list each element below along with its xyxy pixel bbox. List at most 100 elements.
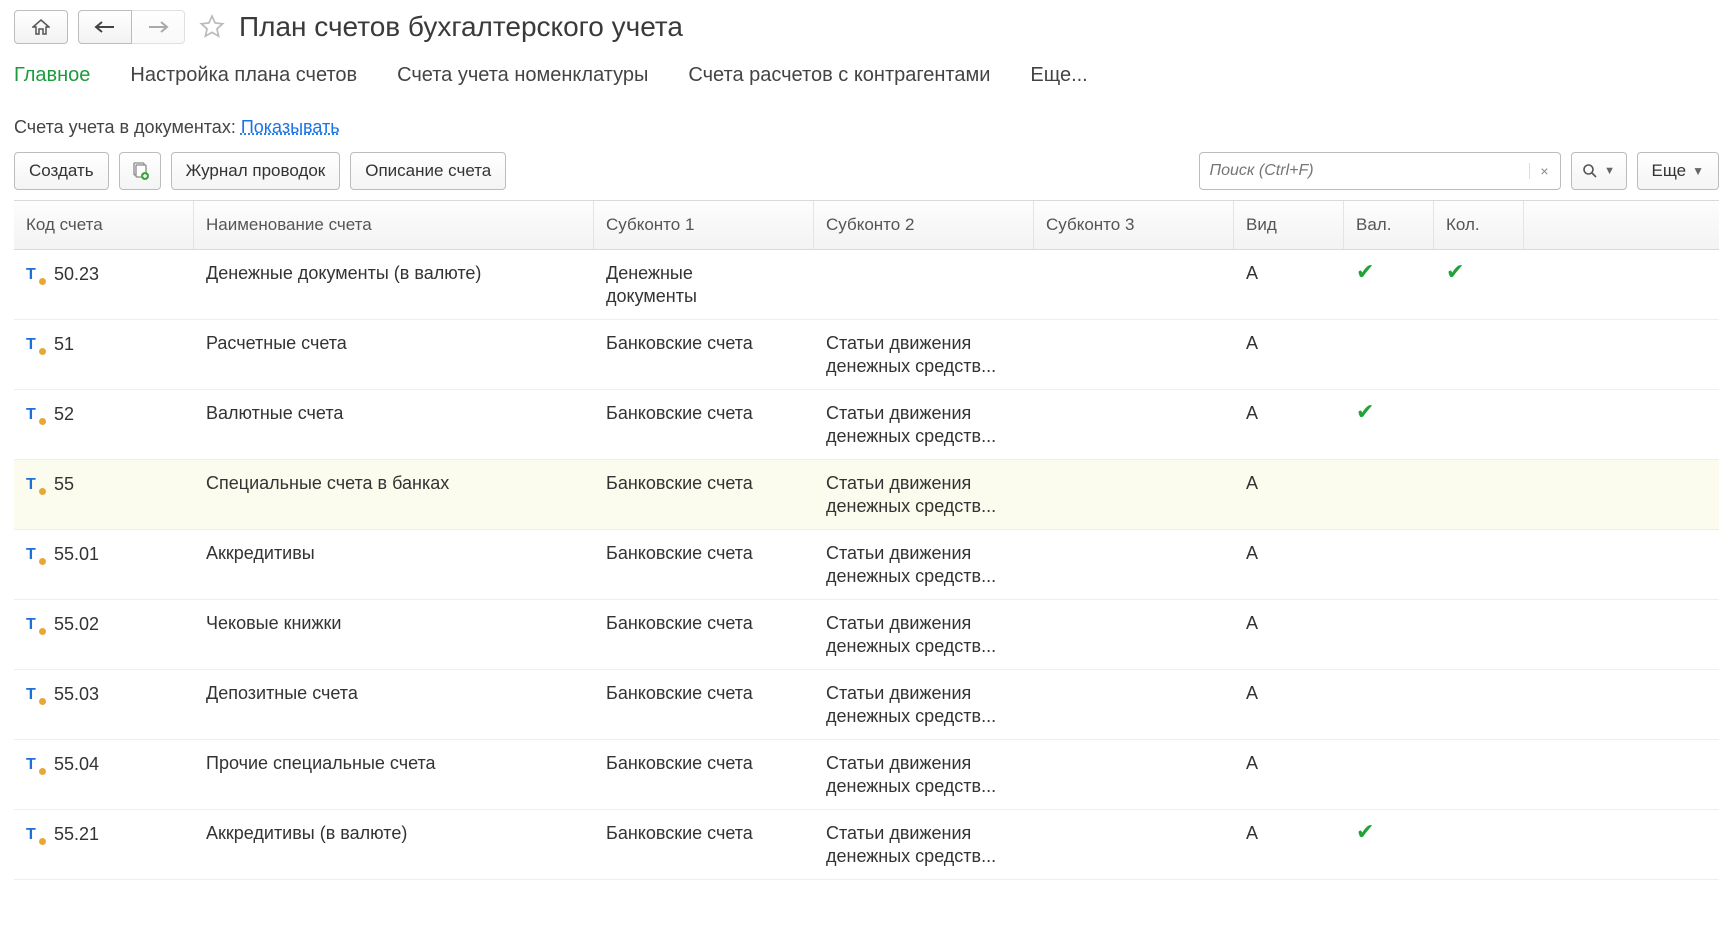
cell-code: T55.01 [14, 530, 194, 578]
cell-name: Депозитные счета [194, 670, 594, 718]
cell-name: Валютные счета [194, 390, 594, 438]
cell-kol [1434, 740, 1524, 788]
description-button[interactable]: Описание счета [350, 152, 506, 190]
cell-name: Денежные документы (в валюте) [194, 250, 594, 298]
col-kol[interactable]: Кол. [1434, 201, 1524, 249]
cell-sub2: Статьи движенияденежных средств... [814, 810, 1034, 879]
cell-val: ✔ [1344, 250, 1434, 298]
cell-val [1344, 530, 1434, 578]
cell-val [1344, 320, 1434, 368]
create-button[interactable]: Создать [14, 152, 109, 190]
cell-name: Аккредитивы (в валюте) [194, 810, 594, 858]
cell-name: Аккредитивы [194, 530, 594, 578]
tab-1[interactable]: Настройка плана счетов [130, 64, 357, 91]
search-clear-button[interactable]: × [1529, 163, 1560, 179]
journal-button[interactable]: Журнал проводок [171, 152, 341, 190]
cell-sub1: Банковские счета [594, 390, 814, 438]
cell-vid: А [1234, 600, 1344, 648]
table-row[interactable]: T55.21Аккредитивы (в валюте)Банковские с… [14, 810, 1719, 880]
account-t-icon: T [26, 265, 44, 283]
check-icon: ✔ [1356, 399, 1374, 424]
cell-sub3 [1034, 320, 1234, 368]
chevron-down-icon: ▼ [1604, 165, 1615, 177]
cell-kol [1434, 600, 1524, 648]
cell-sub3 [1034, 600, 1234, 648]
code-value: 55.02 [54, 613, 99, 636]
cell-sub1: Банковские счета [594, 810, 814, 858]
copy-create-button[interactable] [119, 152, 161, 190]
tab-4[interactable]: Еще... [1030, 64, 1087, 91]
home-button[interactable] [14, 10, 68, 44]
cell-kol [1434, 460, 1524, 508]
account-t-icon: T [26, 405, 44, 423]
favorite-button[interactable] [195, 10, 229, 44]
account-t-icon: T [26, 755, 44, 773]
cell-sub1: Банковские счета [594, 320, 814, 368]
col-sub2[interactable]: Субконто 2 [814, 201, 1034, 249]
page-title: План счетов бухгалтерского учета [239, 11, 683, 43]
col-val[interactable]: Вал. [1344, 201, 1434, 249]
cell-sub3 [1034, 390, 1234, 438]
table-row[interactable]: T55.01АккредитивыБанковские счетаСтатьи … [14, 530, 1719, 600]
arrow-right-icon [147, 20, 169, 34]
more-button[interactable]: Еще▼ [1637, 152, 1719, 190]
table-row[interactable]: T55.03Депозитные счетаБанковские счетаСт… [14, 670, 1719, 740]
table-row[interactable]: T50.23Денежные документы (в валюте)Денеж… [14, 250, 1719, 320]
chevron-down-icon: ▼ [1692, 164, 1704, 178]
cell-vid: А [1234, 320, 1344, 368]
table-row[interactable]: T55.04Прочие специальные счетаБанковские… [14, 740, 1719, 810]
back-button[interactable] [78, 10, 132, 44]
cell-vid: А [1234, 530, 1344, 578]
doc-hint-prefix: Счета учета в документах: [14, 117, 241, 137]
tab-2[interactable]: Счета учета номенклатуры [397, 64, 648, 91]
cell-kol [1434, 670, 1524, 718]
tab-0[interactable]: Главное [14, 64, 90, 91]
account-t-icon: T [26, 615, 44, 633]
cell-kol [1434, 810, 1524, 858]
cell-code: T55.04 [14, 740, 194, 788]
cell-sub2: Статьи движенияденежных средств... [814, 670, 1034, 739]
account-t-icon: T [26, 825, 44, 843]
cell-kol [1434, 530, 1524, 578]
check-icon: ✔ [1356, 259, 1374, 284]
search-input[interactable] [1200, 162, 1529, 180]
tab-3[interactable]: Счета расчетов с контрагентами [688, 64, 990, 91]
forward-button[interactable] [132, 10, 185, 44]
cell-vid: А [1234, 390, 1344, 438]
cell-code: T55.03 [14, 670, 194, 718]
cell-sub3 [1034, 460, 1234, 508]
cell-vid: А [1234, 670, 1344, 718]
table-row[interactable]: T55Специальные счета в банкахБанковские … [14, 460, 1719, 530]
col-vid[interactable]: Вид [1234, 201, 1344, 249]
col-name[interactable]: Наименование счета [194, 201, 594, 249]
table-row[interactable]: T55.02Чековые книжкиБанковские счетаСтат… [14, 600, 1719, 670]
cell-sub2: Статьи движенияденежных средств... [814, 390, 1034, 459]
cell-sub1: Банковские счета [594, 670, 814, 718]
cell-sub3 [1034, 810, 1234, 858]
arrow-left-icon [94, 20, 116, 34]
doc-hint-link[interactable]: Показывать [241, 117, 340, 137]
cell-sub1: Банковские счета [594, 740, 814, 788]
cell-sub3 [1034, 740, 1234, 788]
search-field[interactable]: × [1199, 152, 1561, 190]
search-settings-button[interactable]: ▼ [1571, 152, 1627, 190]
cell-val [1344, 740, 1434, 788]
home-icon [32, 19, 50, 35]
cell-val [1344, 670, 1434, 718]
code-value: 51 [54, 333, 74, 356]
table-row[interactable]: T52Валютные счетаБанковские счетаСтатьи … [14, 390, 1719, 460]
cell-sub3 [1034, 530, 1234, 578]
cell-sub3 [1034, 670, 1234, 718]
cell-name: Расчетные счета [194, 320, 594, 368]
col-sub3[interactable]: Субконто 3 [1034, 201, 1234, 249]
cell-sub1: Банковские счета [594, 530, 814, 578]
col-sub1[interactable]: Субконто 1 [594, 201, 814, 249]
cell-sub3 [1034, 250, 1234, 298]
account-t-icon: T [26, 685, 44, 703]
table-row[interactable]: T51Расчетные счетаБанковские счетаСтатьи… [14, 320, 1719, 390]
account-t-icon: T [26, 545, 44, 563]
cell-code: T55 [14, 460, 194, 508]
col-code[interactable]: Код счета [14, 201, 194, 249]
check-icon: ✔ [1356, 819, 1374, 844]
account-t-icon: T [26, 335, 44, 353]
